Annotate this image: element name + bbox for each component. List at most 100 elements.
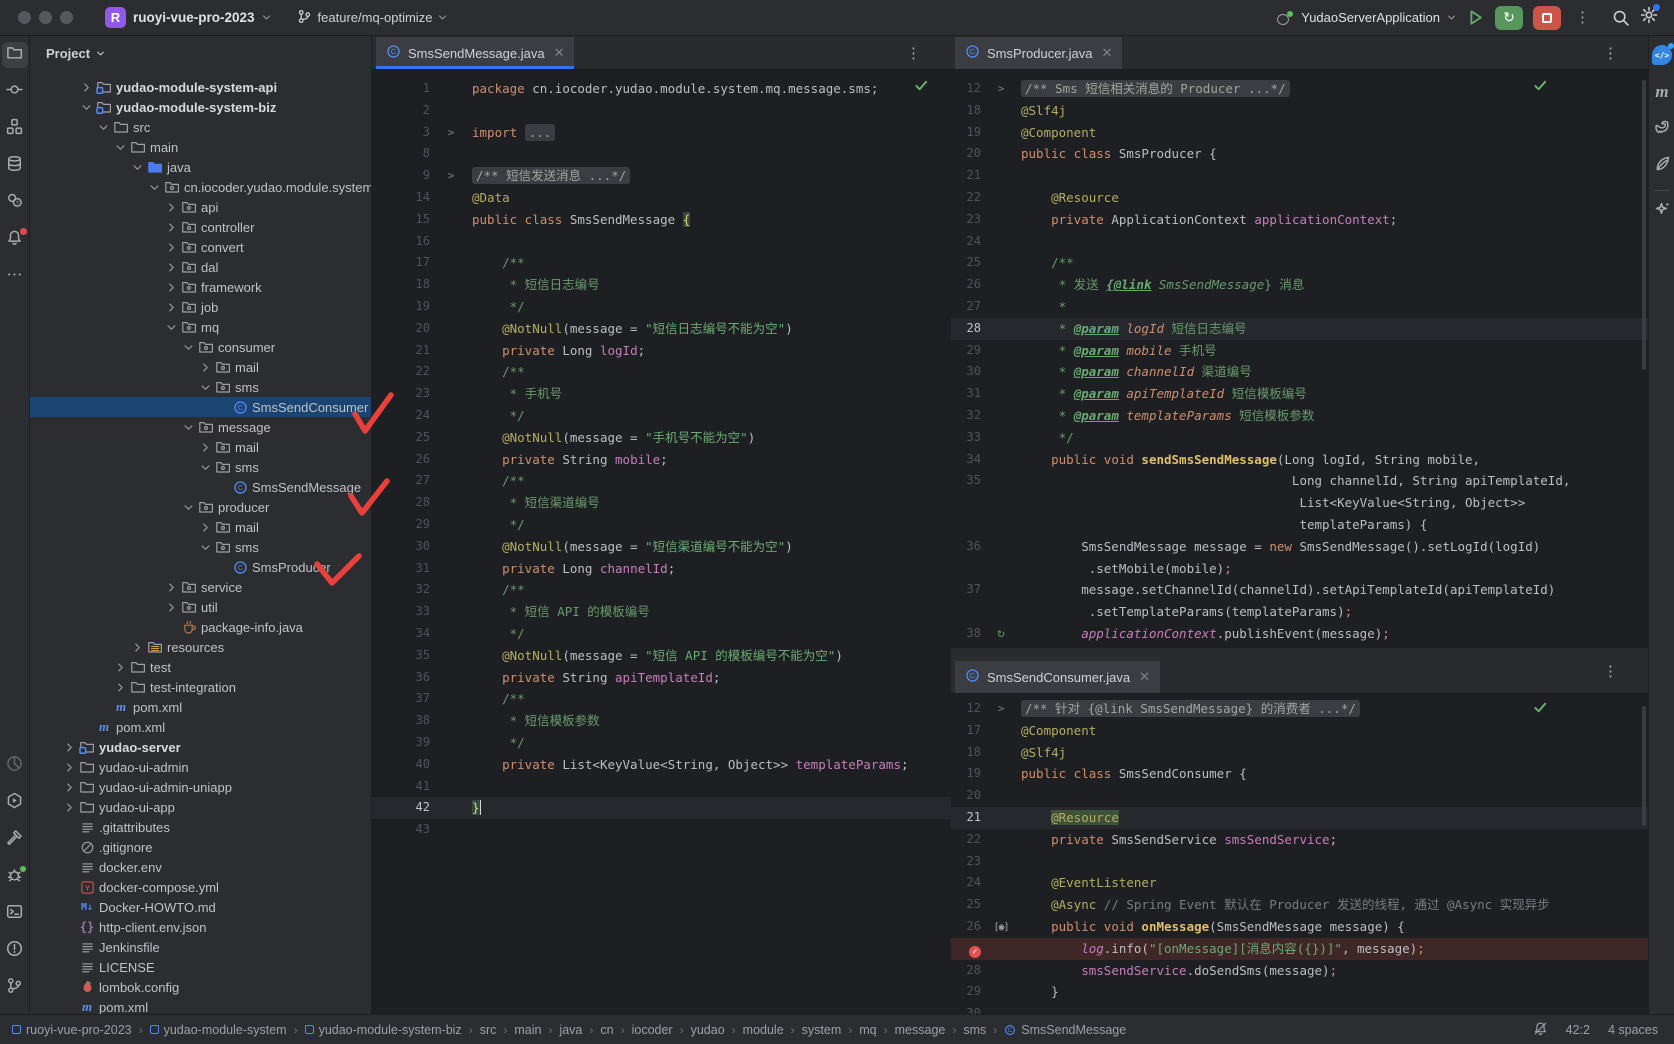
line-number[interactable]: 32 [372,579,430,601]
tree-item-dal[interactable]: dal [30,257,371,277]
breadcrumb-item[interactable]: yudao-module-system-biz [305,1023,462,1037]
code-line[interactable]: 25 /** [951,252,1648,274]
line-number[interactable]: 14 [372,187,430,209]
chevron-right-icon[interactable] [197,362,213,373]
learn-button[interactable]: ? [2,190,28,216]
line-number[interactable]: 31 [951,383,981,405]
tree-item-service[interactable]: service [30,577,371,597]
tree-item-lombok.config[interactable]: lombok.config [30,977,371,997]
tree-item-http-client.env.json[interactable]: {}http-client.env.json [30,917,371,937]
terminal-button[interactable] [2,901,28,927]
ai-chat-button[interactable]: </> [1649,42,1674,68]
line-number[interactable]: 8 [372,143,430,165]
tree-item-.gitignore[interactable]: .gitignore [30,837,371,857]
breadcrumb-item[interactable]: system [802,1023,842,1037]
code-line[interactable]: .setTemplateParams(templateParams); [951,601,1648,623]
line-number[interactable]: 21 [372,340,430,362]
tab-SmsSendMessage.java[interactable]: CSmsSendMessage.java✕ [376,37,574,69]
line-number[interactable] [951,558,981,580]
breadcrumb-item[interactable]: yudao-module-system [150,1023,287,1037]
breadcrumb-item[interactable]: java [559,1023,582,1037]
line-number[interactable]: 30 [372,536,430,558]
line-number[interactable]: 25 [951,894,981,916]
tree-item-Docker-HOWTO.md[interactable]: M↓Docker-HOWTO.md [30,897,371,917]
tree-item-api[interactable]: api [30,197,371,217]
line-number[interactable]: 38 [951,623,981,645]
code-line[interactable]: 26 * 发送 {@link SmsSendMessage} 消息 [951,274,1648,296]
chevron-right-icon[interactable] [112,682,128,693]
tree-item-message[interactable]: message [30,417,371,437]
code-line[interactable]: 24 [951,231,1648,253]
line-number[interactable]: 15 [372,209,430,231]
code-line[interactable]: 30 * @param channelId 渠道编号 [951,361,1648,383]
chevron-down-icon[interactable] [180,342,196,353]
code-area-rightBottom[interactable]: 12>/** 针对 {@link SmsSendMessage} 的消费者 ..… [951,694,1648,1014]
tree-item-mail[interactable]: mail [30,437,371,457]
code-line[interactable]: 26[◉] public void onMessage(SmsSendMessa… [951,916,1648,938]
profiler-button[interactable] [2,753,28,779]
chevron-right-icon[interactable] [163,222,179,233]
code-line[interactable]: 42} [372,797,951,819]
line-number[interactable]: 41 [372,776,430,798]
line-number[interactable]: 30 [951,1003,981,1014]
line-number[interactable]: 34 [951,449,981,471]
scrollbar-thumb[interactable] [1642,706,1646,826]
line-number[interactable]: 37 [372,688,430,710]
code-line[interactable]: 31 * @param apiTemplateId 短信模板编号 [951,383,1648,405]
code-line[interactable]: 38 * 短信模板参数 [372,710,951,732]
fold-chevron-icon[interactable]: > [448,169,455,182]
chevron-down-icon[interactable] [180,502,196,513]
minimize-window-icon[interactable] [39,11,52,24]
line-number[interactable]: 9 [372,165,430,187]
code-line[interactable]: 34 */ [372,623,951,645]
commit-button[interactable] [2,79,28,105]
code-line[interactable]: 36 private String apiTemplateId; [372,667,951,689]
tree-item-mail[interactable]: mail [30,517,371,537]
tree-item-SmsSendMessage[interactable]: CSmsSendMessage [30,477,371,497]
breadcrumb-item[interactable]: cn [600,1023,613,1037]
tree-item-consumer[interactable]: consumer [30,337,371,357]
code-line[interactable]: 21 [951,165,1648,187]
breadcrumb-item[interactable]: mq [859,1023,876,1037]
do-not-disturb-bell-icon[interactable] [1533,1021,1548,1039]
line-number[interactable]: 36 [951,536,981,558]
chevron-down-icon[interactable] [197,462,213,473]
search-everywhere-icon[interactable] [1612,9,1630,27]
project-widget[interactable]: R ruoyi-vue-pro-2023 [105,7,271,28]
line-number[interactable]: 27 [951,296,981,318]
code-line[interactable]: 15public class SmsSendMessage { [372,209,951,231]
line-number[interactable]: 23 [951,851,981,873]
close-icon[interactable]: ✕ [554,45,565,61]
line-number[interactable]: 12 [951,78,981,100]
more-button[interactable] [2,264,28,290]
line-number[interactable]: 26 [951,274,981,296]
code-line[interactable]: ✓ log.info("[onMessage][消息内容({})]", mess… [951,938,1648,960]
line-number[interactable]: 35 [951,470,981,492]
line-number[interactable]: 37 [951,579,981,601]
line-number[interactable]: 33 [951,427,981,449]
gradle-button[interactable] [1649,116,1674,142]
code-line[interactable]: 21 private Long logId; [372,340,951,362]
tree-item-controller[interactable]: controller [30,217,371,237]
line-number[interactable]: 29 [372,514,430,536]
fold-chevron-icon[interactable]: > [448,126,455,139]
run-button[interactable] [2,790,28,816]
code-line[interactable]: 25 @Async // Spring Event 默认在 Producer 发… [951,894,1648,916]
rerun-button[interactable]: ↻ [1495,6,1523,30]
code-line[interactable]: 29 } [951,981,1648,1003]
code-line[interactable]: 35 @NotNull(message = "短信 API 的模板编号不能为空"… [372,645,951,667]
fold-chevron-icon[interactable]: > [998,702,1005,715]
line-number[interactable]: 20 [372,318,430,340]
code-line[interactable]: List<KeyValue<String, Object>> [951,492,1648,514]
editor-options-icon[interactable]: ⋮ [1603,44,1618,62]
code-line[interactable]: 23 [951,851,1648,873]
code-line[interactable]: 30 [951,1003,1648,1014]
event-listener-icon[interactable]: [◉] [993,922,1008,933]
tree-item-.gitattributes[interactable]: .gitattributes [30,817,371,837]
chevron-right-icon[interactable] [163,242,179,253]
code-line[interactable]: 1package cn.iocoder.yudao.module.system.… [372,78,951,100]
tree-item-producer[interactable]: producer [30,497,371,517]
breadcrumb-item[interactable]: iocoder [632,1023,673,1037]
chevron-right-icon[interactable] [197,522,213,533]
code-line[interactable]: 35 Long channelId, String apiTemplateId, [951,470,1648,492]
